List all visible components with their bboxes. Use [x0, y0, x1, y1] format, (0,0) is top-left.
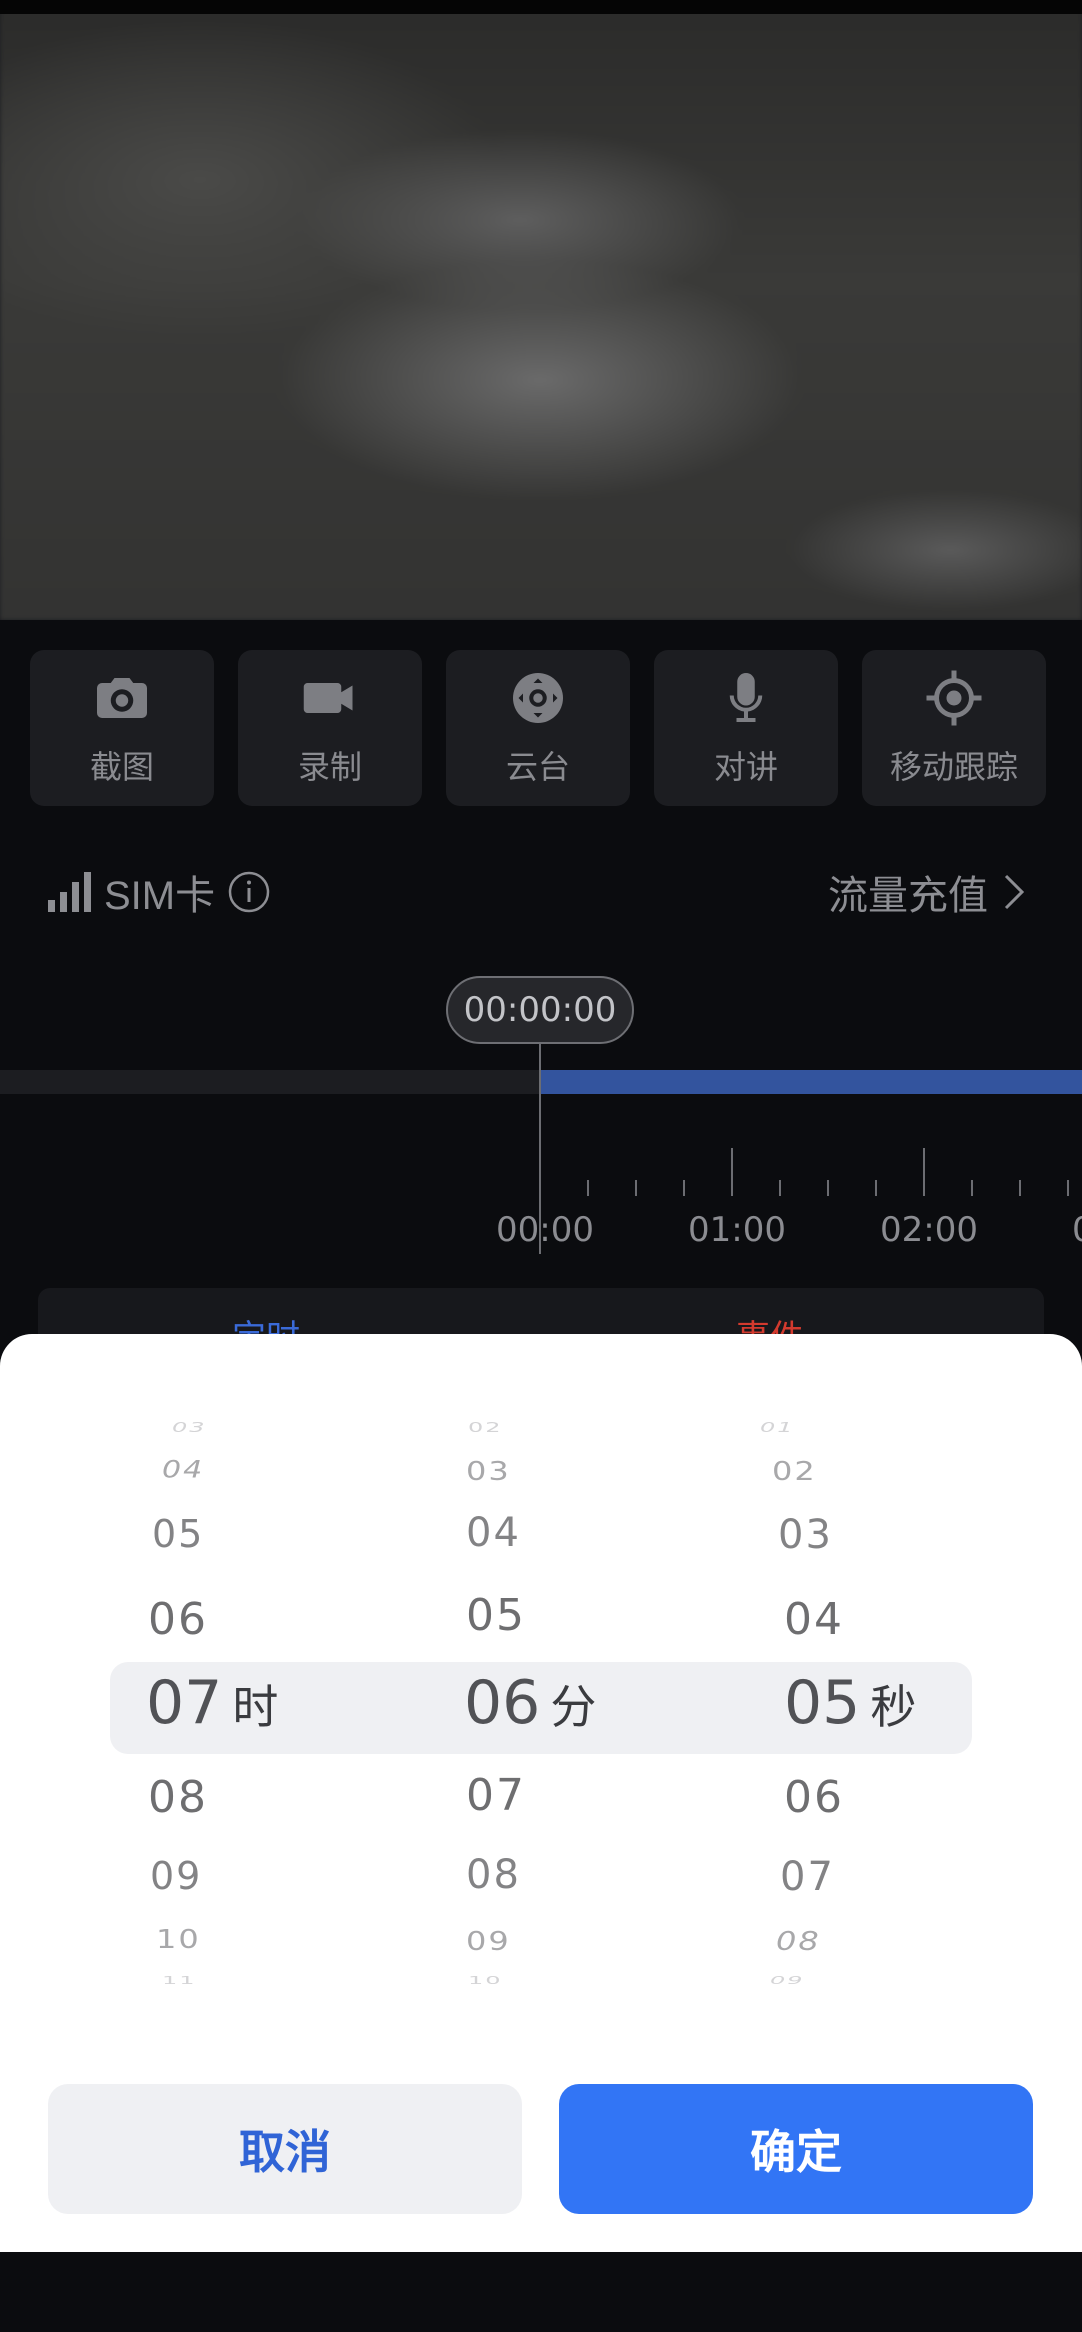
data-recharge-link[interactable]: 流量充值	[828, 862, 1026, 922]
confirm-button[interactable]: 确定	[559, 2084, 1033, 2214]
second-option[interactable]: 04	[784, 1594, 984, 1645]
tick-label: 02:00	[880, 1210, 978, 1250]
live-video-view[interactable]	[0, 0, 1082, 620]
hour-option[interactable]: 03	[172, 1420, 372, 1435]
second-option[interactable]: 07	[780, 1854, 980, 1900]
minute-option[interactable]: 07	[466, 1770, 666, 1821]
intercom-button[interactable]: 对讲	[654, 650, 838, 806]
signal-strength-icon	[48, 872, 91, 912]
ptz-joystick-icon	[513, 673, 563, 723]
motion-tracking-label: 移动跟踪	[889, 749, 1018, 785]
tick-label: 0	[1072, 1210, 1082, 1250]
intercom-label: 对讲	[713, 749, 778, 785]
minute-unit: 分	[550, 1681, 597, 1733]
hour-option[interactable]: 06	[148, 1594, 348, 1645]
second-option[interactable]: 06	[784, 1772, 984, 1823]
hour-option[interactable]: 11	[162, 1974, 362, 1987]
ptz-label: 云台	[505, 749, 570, 785]
chevron-right-icon	[1004, 874, 1025, 910]
video-camera-icon	[303, 683, 353, 713]
target-icon	[926, 670, 982, 726]
minute-option[interactable]: 03	[466, 1456, 666, 1486]
motion-tracking-button[interactable]: 移动跟踪	[862, 650, 1046, 806]
minute-value: 06	[464, 1668, 541, 1738]
hour-selected[interactable]: 07 时	[146, 1668, 278, 1738]
second-option[interactable]: 02	[772, 1456, 972, 1486]
current-time-indicator: 00:00:00	[446, 976, 634, 1044]
record-button[interactable]: 录制	[238, 650, 422, 806]
info-icon[interactable]	[227, 870, 271, 914]
second-option[interactable]: 08	[776, 1926, 976, 1956]
hour-option[interactable]: 10	[156, 1924, 356, 1954]
hour-option[interactable]: 05	[152, 1512, 352, 1556]
tick-label: 01:00	[688, 1210, 786, 1250]
tick-label: 00:00	[496, 1210, 594, 1250]
timeline-ruler[interactable]	[540, 1140, 1082, 1200]
cancel-button[interactable]: 取消	[48, 2084, 522, 2214]
second-unit: 秒	[870, 1681, 917, 1733]
minute-option[interactable]: 05	[466, 1590, 666, 1641]
minute-selected[interactable]: 06 分	[464, 1668, 596, 1738]
timeline-track-recorded[interactable]	[540, 1070, 1082, 1094]
minute-option[interactable]: 04	[466, 1510, 666, 1556]
record-label: 录制	[297, 749, 362, 785]
minute-option[interactable]: 08	[466, 1852, 666, 1898]
action-toolbar: 截图 录制 云台 对讲 移动跟踪	[30, 650, 1050, 806]
ptz-button[interactable]: 云台	[446, 650, 630, 806]
sim-status: SIM卡	[48, 862, 271, 922]
screenshot-label: 截图	[89, 749, 154, 785]
second-option[interactable]: 03	[778, 1512, 978, 1558]
hour-option[interactable]: 09	[150, 1854, 350, 1898]
minute-option[interactable]: 09	[466, 1926, 666, 1956]
recharge-label: 流量充值	[828, 874, 988, 918]
screenshot-button[interactable]: 截图	[30, 650, 214, 806]
hour-unit: 时	[232, 1681, 279, 1733]
camera-icon	[97, 678, 147, 718]
hour-option[interactable]: 08	[148, 1772, 348, 1823]
second-selected[interactable]: 05 秒	[784, 1668, 916, 1738]
second-option[interactable]: 01	[760, 1420, 960, 1435]
second-value: 05	[784, 1668, 861, 1738]
second-option[interactable]: 09	[770, 1974, 970, 1987]
sim-label: SIM卡	[104, 874, 216, 918]
minute-option[interactable]: 10	[468, 1974, 668, 1987]
hour-value: 07	[146, 1668, 223, 1738]
status-bar	[0, 0, 1082, 14]
minute-option[interactable]: 02	[468, 1420, 668, 1435]
microphone-icon	[729, 673, 763, 722]
timeline-track-empty[interactable]	[0, 1070, 540, 1094]
hour-option[interactable]: 04	[162, 1456, 362, 1484]
